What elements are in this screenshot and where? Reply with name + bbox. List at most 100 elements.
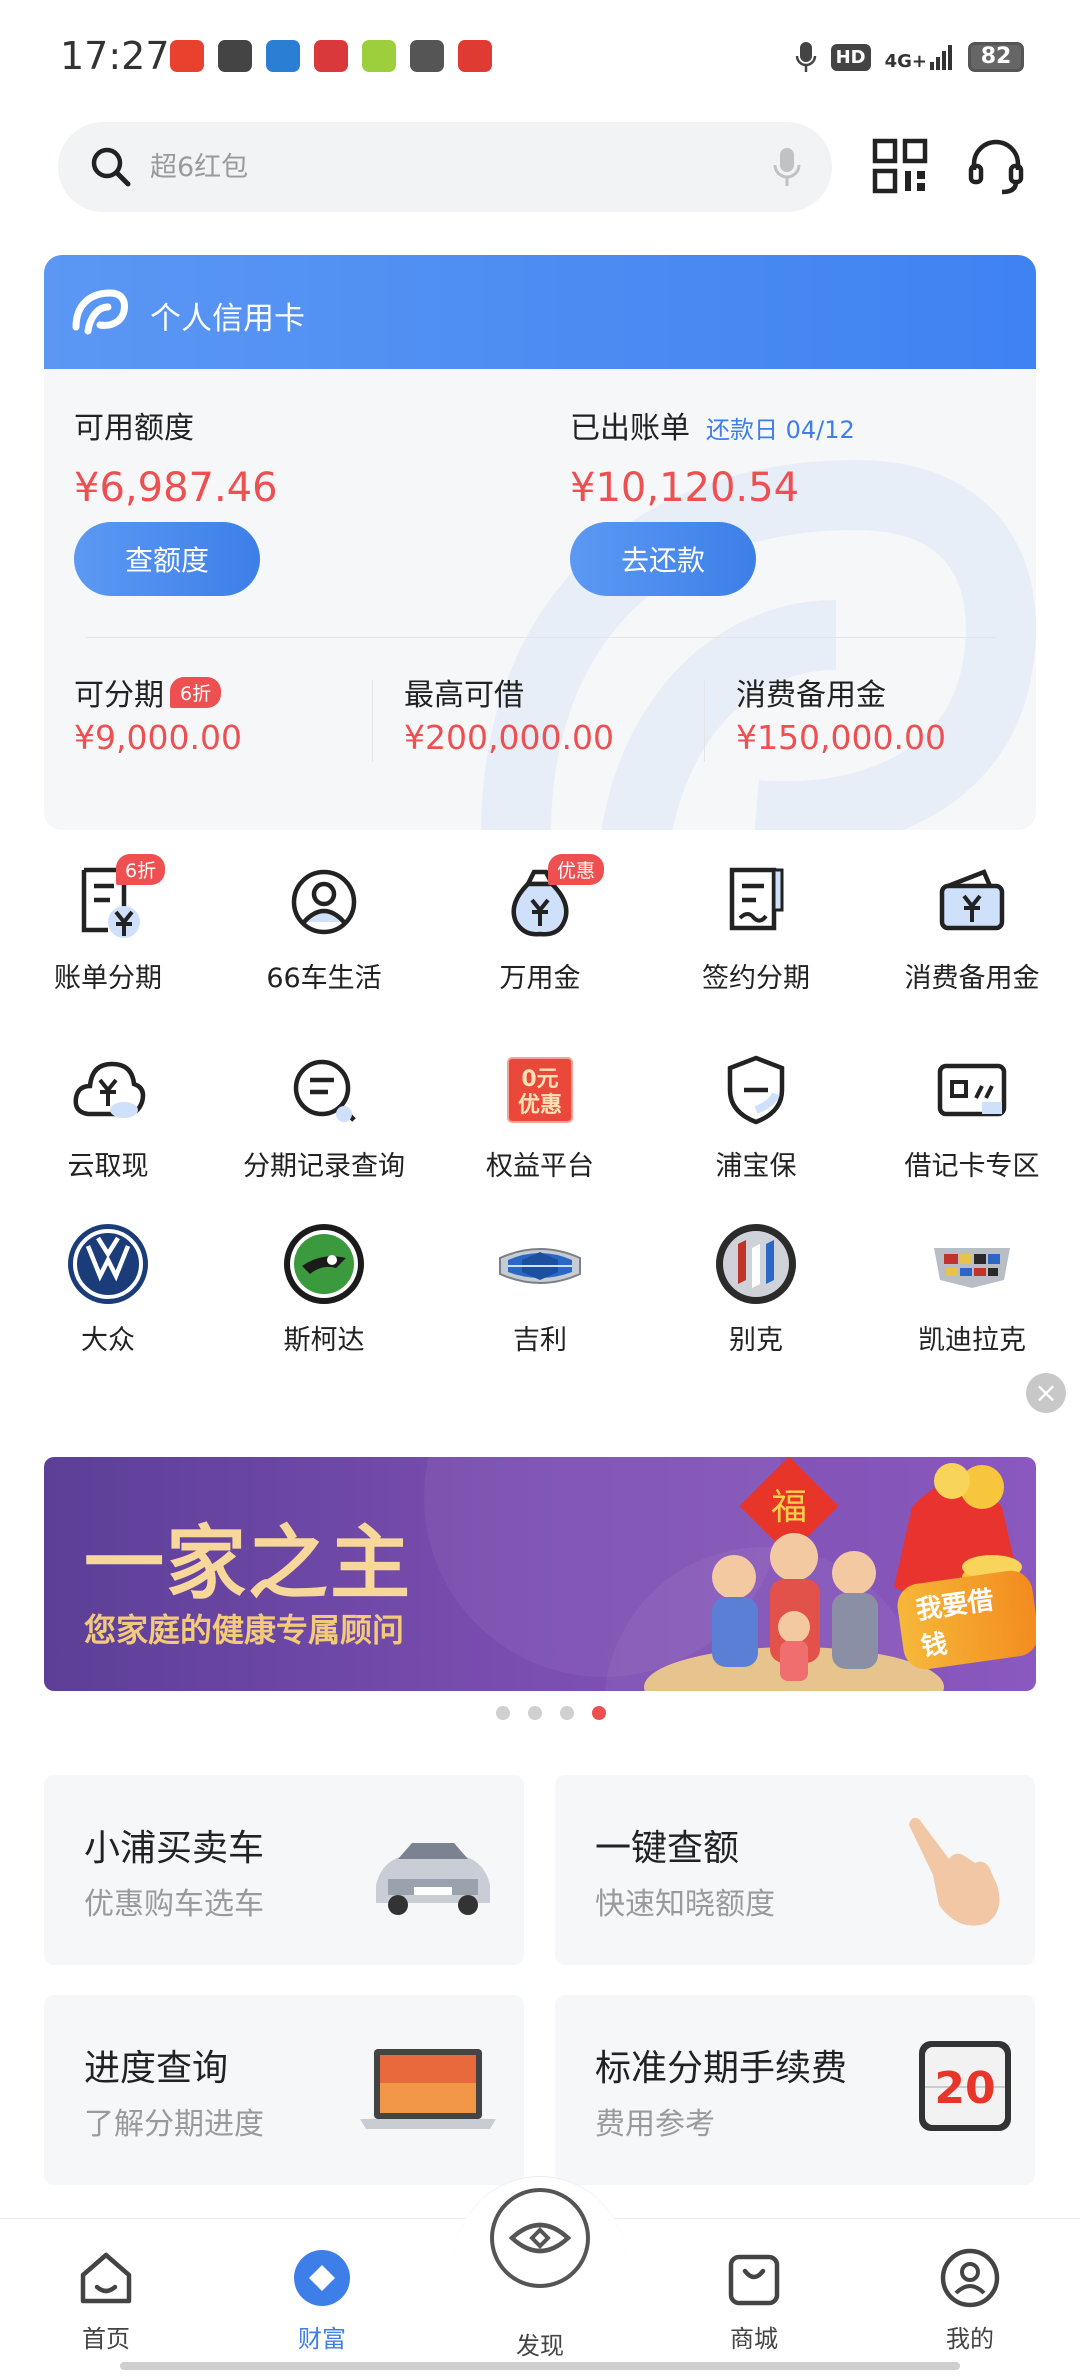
carousel-dot[interactable] [560, 1706, 574, 1720]
service-item[interactable]: 凯迪拉克 [864, 1222, 1080, 1357]
service-item[interactable]: 6折 账单分期 [0, 854, 216, 995]
max-loan-value: ¥200,000.00 [404, 718, 614, 757]
service-item[interactable]: 借记卡专区 [864, 1048, 1080, 1183]
discount-badge: 6折 [170, 676, 222, 708]
tile-subtitle: 快速知晓额度 [595, 1887, 775, 1922]
repay-button[interactable]: 去还款 [570, 522, 756, 596]
nav-home[interactable]: 首页 [46, 2247, 166, 2354]
available-credit: 可用额度 ¥6,987.46 [74, 403, 278, 511]
laptop-icon [360, 2049, 496, 2129]
cloud-cash-icon [66, 1048, 150, 1132]
reserve-fund-amount[interactable]: 消费备用金 ¥150,000.00 [736, 670, 946, 757]
nav-wealth-label: 财富 [298, 2325, 346, 2353]
wallet-icon [930, 860, 1014, 944]
nav-mine[interactable]: 我的 [910, 2247, 1030, 2354]
nav-mall-label: 商城 [730, 2325, 778, 2353]
carousel-dot[interactable] [528, 1706, 542, 1720]
service-label: 斯柯达 [283, 1325, 365, 1356]
service-item[interactable]: 大众 [0, 1222, 216, 1357]
service-label: 大众 [81, 1325, 135, 1356]
available-label: 可用额度 [74, 411, 194, 446]
discover-eye-icon [508, 2222, 572, 2254]
search-icon [91, 147, 131, 187]
search-bar[interactable] [58, 122, 832, 212]
tile-subtitle: 了解分期进度 [84, 2107, 264, 2142]
voice-search-icon[interactable] [772, 144, 802, 190]
check-credit-button[interactable]: 查额度 [74, 522, 260, 596]
notification-app-icon [458, 40, 492, 72]
nav-discover-button[interactable] [490, 2188, 590, 2288]
service-item[interactable]: 浦宝保 [648, 1048, 864, 1183]
service-item[interactable]: 优惠 万用金 [432, 854, 648, 995]
notification-app-icon [410, 40, 444, 72]
service-item[interactable]: 0元 优惠 权益平台 [432, 1048, 648, 1183]
carousel-dot[interactable] [496, 1706, 510, 1720]
geely-logo-icon [498, 1222, 582, 1306]
service-label: 消费备用金 [904, 963, 1040, 994]
tile-title: 进度查询 [84, 2048, 229, 2089]
service-item[interactable]: 云取现 [0, 1048, 216, 1183]
quick-credit-check-tile[interactable]: 一键查额 快速知晓额度 [555, 1775, 1035, 1965]
service-label: 分期记录查询 [243, 1151, 405, 1182]
service-label: 别克 [729, 1325, 783, 1356]
card-divider [86, 637, 996, 638]
status-app-icons [170, 40, 492, 72]
tile-subtitle: 优惠购车选车 [84, 1887, 264, 1922]
service-label: 凯迪拉克 [918, 1325, 1026, 1356]
home-icon [80, 2252, 132, 2304]
tile-title: 小浦买卖车 [84, 1828, 265, 1869]
borrow-now-button[interactable]: 我要借钱 [894, 1567, 1036, 1673]
service-label: 浦宝保 [715, 1151, 797, 1182]
status-bar: 17:27 HD 4G+ 82 [0, 0, 1080, 110]
fu-character: 福 [771, 1487, 807, 1528]
nav-home-label: 首页 [82, 2325, 130, 2353]
spdb-watermark-icon [481, 459, 1036, 830]
scan-qr-icon[interactable] [872, 138, 928, 194]
nav-wealth[interactable]: 财富 [262, 2247, 382, 2354]
billed-label: 已出账单 [570, 411, 690, 446]
hd-badge: HD [830, 43, 871, 71]
svg-text:0元: 0元 [521, 1067, 558, 1092]
mic-status-icon [795, 42, 816, 72]
installment-fee-tile[interactable]: 标准分期手续费 费用参考 20 [555, 1995, 1035, 2185]
available-amount: ¥6,987.46 [74, 465, 278, 511]
service-label: 签约分期 [702, 963, 810, 994]
service-label: 万用金 [499, 963, 581, 994]
search-input[interactable] [150, 144, 710, 190]
service-item[interactable]: 66车生活 [216, 860, 432, 995]
skoda-logo-icon [282, 1222, 366, 1306]
sub-divider [372, 680, 373, 762]
cadillac-logo-icon [930, 1222, 1014, 1306]
spdb-logo-icon [72, 289, 128, 335]
nav-discover-label: 发现 [516, 2332, 564, 2360]
carousel-dot[interactable] [592, 1706, 606, 1720]
customer-service-icon[interactable] [966, 136, 1026, 196]
notification-app-icon [314, 40, 348, 72]
service-item[interactable]: 消费备用金 [864, 860, 1080, 995]
shopping-bag-icon [728, 2254, 780, 2306]
nav-mall[interactable]: 商城 [694, 2247, 814, 2354]
benefit-icon: 0元 优惠 [498, 1048, 582, 1132]
debit-card-icon [930, 1048, 1014, 1132]
credit-card-panel: 个人信用卡 可用额度 ¥6,987.46 查额度 已出账单 还款日 04/12 … [44, 255, 1036, 830]
service-label: 云取现 [67, 1151, 149, 1182]
service-item[interactable]: 斯柯达 [216, 1222, 432, 1357]
car-trade-tile[interactable]: 小浦买卖车 优惠购车选车 [44, 1775, 524, 1965]
installment-amount[interactable]: 可分期 6折 ¥9,000.00 [74, 670, 242, 757]
promo-banner[interactable]: 一家之主 您家庭的健康专属顾问 福 我要借钱 [44, 1457, 1036, 1691]
sub-divider [704, 680, 705, 762]
record-search-icon [282, 1048, 366, 1132]
service-item[interactable]: 别克 [648, 1222, 864, 1357]
max-loan-label: 最高可借 [404, 678, 524, 713]
service-item[interactable]: 吉利 [432, 1222, 648, 1357]
progress-query-tile[interactable]: 进度查询 了解分期进度 [44, 1995, 524, 2185]
close-icon[interactable]: × [1026, 1373, 1066, 1413]
service-item[interactable]: 分期记录查询 [216, 1048, 432, 1183]
network-type: 4G+ [884, 51, 927, 72]
max-loan-amount[interactable]: 最高可借 ¥200,000.00 [404, 670, 614, 757]
notification-app-icon [266, 40, 300, 72]
service-item[interactable]: 签约分期 [648, 860, 864, 995]
contract-icon [714, 860, 798, 944]
bill-installment-icon: 6折 [66, 854, 166, 944]
card-header[interactable]: 个人信用卡 [44, 255, 1036, 369]
